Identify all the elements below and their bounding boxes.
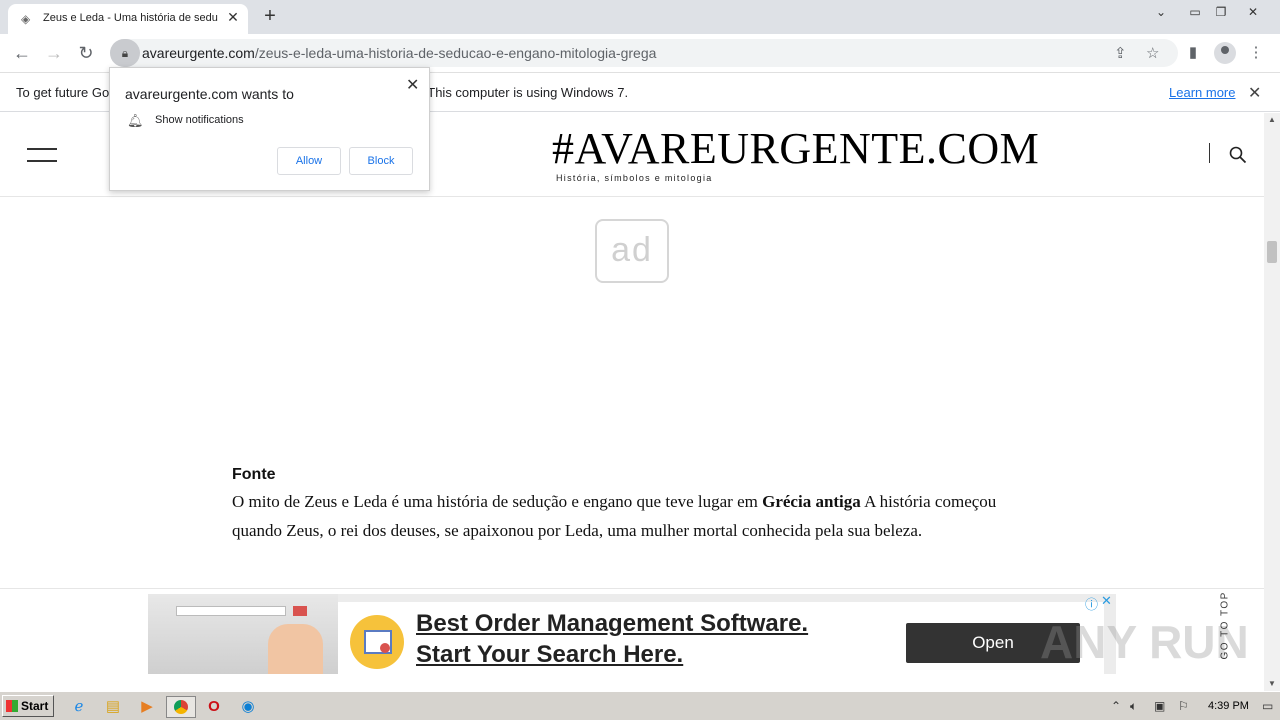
menu-kebab-icon[interactable]: ⋮ [1245, 42, 1267, 64]
taskbar-clock[interactable]: 4:39 PM [1208, 700, 1249, 712]
para-text-1: O mito de Zeus e Leda é uma história de … [232, 492, 763, 511]
show-desktop-icon[interactable]: ▭ [1262, 699, 1273, 713]
restore-button[interactable]: ❐ [1210, 4, 1232, 22]
tab-strip: ◈ Zeus e Leda - Uma história de seduç ✕ … [0, 0, 1280, 34]
action-center-flag-icon[interactable]: ⚐ [1178, 699, 1189, 713]
site-logo[interactable]: #AVAREURGENTE.COM [552, 123, 1039, 174]
header-divider [1209, 143, 1210, 163]
notification-permission-popup: avareurgente.com wants to ✕ 🔔︎ Show noti… [109, 67, 430, 191]
profile-avatar-icon[interactable] [1214, 42, 1236, 64]
popup-permission-text: Show notifications [155, 114, 244, 126]
ad-headline-2[interactable]: Start Your Search Here. [416, 641, 683, 669]
allow-button[interactable]: Allow [277, 147, 341, 175]
address-bar[interactable]: 🔒︎ avareurgente.com/zeus-e-leda-uma-hist… [110, 39, 1178, 67]
article-paragraph: O mito de Zeus e Leda é uma história de … [232, 488, 1032, 545]
site-tagline: História, símbolos e mitologia [556, 173, 713, 183]
anyrun-watermark: ANY RUN [1040, 616, 1249, 668]
ad-logo-icon [350, 615, 404, 669]
side-panel-icon[interactable]: ▮ [1182, 42, 1204, 64]
lock-icon[interactable]: 🔒︎ [110, 39, 140, 67]
popup-title: avareurgente.com wants to [125, 86, 294, 102]
scroll-up-arrow-icon[interactable]: ▲ [1268, 115, 1276, 124]
ad-headline-1[interactable]: Best Order Management Software. [416, 610, 808, 638]
scrollbar-thumb[interactable] [1267, 241, 1277, 263]
forward-arrow-icon[interactable]: → [43, 42, 65, 64]
block-button[interactable]: Block [349, 147, 413, 175]
article-heading: Fonte [232, 466, 276, 483]
hamburger-menu-icon[interactable] [27, 148, 57, 162]
site-favicon-icon: ◈ [21, 12, 31, 26]
back-arrow-icon[interactable]: ← [11, 42, 33, 64]
learn-more-link[interactable]: Learn more [1169, 85, 1235, 100]
go-to-top-link[interactable]: GO TO TOP [1220, 590, 1231, 659]
scroll-down-arrow-icon[interactable]: ▼ [1268, 679, 1276, 688]
network-icon[interactable]: ▣ [1154, 699, 1165, 713]
minimize-button[interactable]: ▭ [1184, 4, 1206, 22]
url-path: /zeus-e-leda-uma-historia-de-seducao-e-e… [254, 45, 657, 61]
infobar-close-icon[interactable]: ✕ [1248, 83, 1261, 103]
ad-image [148, 594, 338, 674]
media-player-icon[interactable]: ▶ [136, 696, 158, 718]
url-domain: avareurgente.com [142, 45, 255, 61]
bookmark-star-icon[interactable]: ☆ [1146, 44, 1159, 62]
tray-expand-icon[interactable]: ⌃ [1111, 699, 1121, 713]
browser-tab[interactable]: ◈ Zeus e Leda - Uma história de seduç ✕ [8, 4, 248, 34]
window-close-button[interactable]: ✕ [1240, 4, 1266, 22]
start-button[interactable]: Start [2, 695, 54, 717]
bottom-ad-area: Best Order Management Software. Start Yo… [0, 588, 1264, 691]
ad-banner[interactable]: Best Order Management Software. Start Yo… [148, 594, 1116, 674]
file-explorer-icon[interactable]: ▤ [102, 696, 124, 718]
chrome-icon[interactable] [166, 696, 196, 718]
windows-taskbar: Start ℯ ▤ ▶ O ◉ ⌃ 🔈︎ ▣ ⚐ 4:39 PM ▭ [0, 691, 1280, 720]
volume-icon[interactable]: 🔈︎ [1130, 699, 1137, 714]
para-bold-link[interactable]: Grécia antiga [762, 492, 861, 511]
new-tab-button[interactable]: + [259, 6, 281, 28]
opera-icon[interactable]: O [203, 696, 225, 718]
page-scrollbar[interactable]: ▲ ▼ [1264, 113, 1280, 691]
reload-icon[interactable]: ↻ [75, 42, 97, 64]
ad-info-icon[interactable]: ⓘ [1085, 594, 1098, 613]
edge-icon[interactable]: ◉ [237, 696, 259, 718]
ad-close-icon[interactable]: ✕ [1101, 593, 1112, 609]
bell-icon: 🔔︎ [127, 113, 144, 128]
ad-placeholder: ad [595, 219, 669, 283]
search-icon[interactable] [1229, 146, 1247, 164]
popup-close-icon[interactable]: ✕ [406, 75, 419, 95]
url-text[interactable]: avareurgente.com/zeus-e-leda-uma-histori… [142, 45, 656, 61]
tab-title: Zeus e Leda - Uma história de seduç [43, 12, 218, 24]
share-icon[interactable]: ⇪ [1114, 44, 1127, 62]
tab-close-icon[interactable]: ✕ [225, 9, 241, 25]
internet-explorer-icon[interactable]: ℯ [68, 696, 90, 718]
tab-search-chevron-icon[interactable]: ⌄ [1152, 4, 1170, 22]
